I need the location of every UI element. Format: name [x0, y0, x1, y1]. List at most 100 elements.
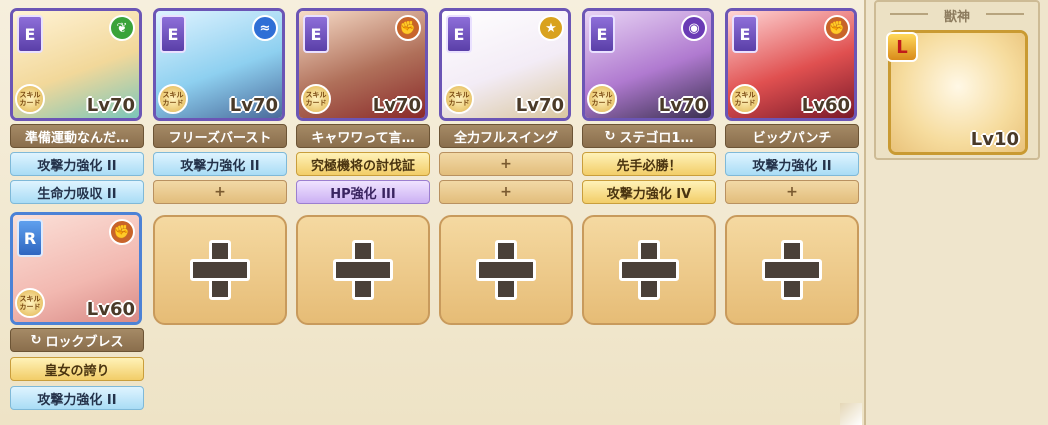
leaf-icon: ❦: [109, 15, 135, 41]
skill-card-badge: スキルカード: [15, 84, 45, 114]
equip-name: 攻撃力強化 II: [180, 158, 260, 174]
skill-name: フリーズバースト: [168, 130, 272, 146]
fist-icon: ✊: [109, 219, 135, 245]
equip-slot-5-2[interactable]: 攻撃力強化 IV: [582, 180, 716, 204]
add-unit-plus-icon: [619, 240, 679, 300]
rank-label: E: [453, 24, 465, 44]
add-unit-plus-icon: [762, 240, 822, 300]
unit-skill-4[interactable]: 全力フルスイング: [439, 124, 573, 148]
skill-card-badge: スキルカード: [301, 84, 331, 114]
unit-skill-5[interactable]: ↻ ステゴロ1…: [582, 124, 716, 148]
unit-card-4[interactable]: E ★ スキルカード Lv70: [439, 8, 571, 121]
unit-level: Lv70: [515, 95, 564, 116]
skill-name: ビッグパンチ: [752, 130, 832, 146]
equip-slot-6-1[interactable]: 攻撃力強化 II: [725, 152, 859, 176]
skill-card-badge: スキルカード: [15, 288, 45, 318]
title-ornament-right: [986, 13, 1024, 15]
beast-god-title: 獣神: [943, 10, 970, 25]
equip-name: 攻撃力強化 II: [37, 392, 117, 408]
fist-icon: ✊: [395, 15, 421, 41]
cycle-icon: ↻: [30, 332, 42, 348]
skill-card-badge: スキルカード: [587, 84, 617, 114]
skill-name: キャワワって言…: [311, 130, 415, 146]
rank-badge: E: [303, 15, 329, 53]
empty-party-slot[interactable]: [725, 215, 859, 325]
equip-slot-3-2[interactable]: HP強化 III: [296, 180, 430, 204]
equip-slot-3-1[interactable]: 究極機将の討伐証: [296, 152, 430, 176]
unit-card-3[interactable]: E ✊ スキルカード Lv70: [296, 8, 428, 121]
equip-slot-4-2[interactable]: +: [439, 180, 573, 204]
add-unit-plus-icon: [333, 240, 393, 300]
unit-skill-1[interactable]: 準備運動なんだ…: [10, 124, 144, 148]
equip-slot-7-2[interactable]: 攻撃力強化 II: [10, 386, 144, 410]
unit-skill-2[interactable]: フリーズバースト: [153, 124, 287, 148]
unit-card-7[interactable]: R ✊ スキルカード Lv60: [10, 212, 142, 325]
unit-skill-3[interactable]: キャワワって言…: [296, 124, 430, 148]
unit-skill-6[interactable]: ビッグパンチ: [725, 124, 859, 148]
equip-slot-6-2[interactable]: +: [725, 180, 859, 204]
add-unit-plus-icon: [476, 240, 536, 300]
rank-label: E: [24, 24, 36, 44]
rank-label: E: [739, 24, 751, 44]
unit-card-1[interactable]: E ❦ スキルカード Lv70: [10, 8, 142, 121]
unit-level: Lv60: [801, 95, 850, 116]
skill-name: ステゴロ1…: [619, 130, 694, 146]
star-icon: ★: [538, 15, 564, 41]
equip-name: 皇女の誇り: [44, 363, 110, 379]
empty-party-slot[interactable]: [582, 215, 716, 325]
add-unit-plus-icon: [190, 240, 250, 300]
equip-slot-1-2[interactable]: 生命力吸収 II: [10, 180, 144, 204]
unit-card-6[interactable]: E ✊ スキルカード Lv60: [725, 8, 857, 121]
rank-badge: E: [732, 15, 758, 53]
rank-badge: R: [17, 219, 43, 257]
equip-name: HP強化 III: [330, 186, 396, 202]
empty-party-slot[interactable]: [153, 215, 287, 325]
skill-name: ロックブレス: [45, 334, 124, 350]
equip-slot-1-1[interactable]: 攻撃力強化 II: [10, 152, 144, 176]
equip-name: 攻撃力強化 II: [752, 158, 832, 174]
legend-rank-badge: L: [886, 32, 918, 62]
skill-card-badge: スキルカード: [444, 84, 474, 114]
rank-badge: E: [160, 15, 186, 53]
dark-icon: ◉: [681, 15, 707, 41]
rank-badge: E: [589, 15, 615, 53]
fist-icon: ✊: [824, 15, 850, 41]
equip-slot-7-1[interactable]: 皇女の誇り: [10, 357, 144, 381]
beast-god-panel: 獣神 Lv10 L: [874, 0, 1040, 160]
equip-name: 先手必勝！: [616, 158, 682, 174]
equip-slot-2-1[interactable]: 攻撃力強化 II: [153, 152, 287, 176]
rank-badge: E: [446, 15, 472, 53]
equip-slot-2-2[interactable]: +: [153, 180, 287, 204]
unit-level: Lv70: [372, 95, 421, 116]
rank-label: L: [896, 36, 908, 58]
equip-slot-5-1[interactable]: 先手必勝！: [582, 152, 716, 176]
water-icon: ≈: [252, 15, 278, 41]
plus-icon: +: [214, 184, 226, 200]
unit-skill-7[interactable]: ↻ ロックブレス: [10, 328, 144, 352]
skill-card-badge: スキルカード: [730, 84, 760, 114]
equip-name: 攻撃力強化 II: [37, 158, 117, 174]
empty-party-slot[interactable]: [439, 215, 573, 325]
unit-card-5[interactable]: E ◉ スキルカード Lv70: [582, 8, 714, 121]
equip-slot-4-1[interactable]: +: [439, 152, 573, 176]
skill-name: 全力フルスイング: [453, 130, 558, 146]
equip-name: 生命力吸収 II: [37, 186, 117, 202]
unit-level: Lv70: [229, 95, 278, 116]
skill-card-badge: スキルカード: [158, 84, 188, 114]
plus-icon: +: [500, 156, 512, 172]
unit-level: Lv60: [86, 299, 135, 320]
unit-card-2[interactable]: E ≈ スキルカード Lv70: [153, 8, 285, 121]
equip-name: 攻撃力強化 IV: [606, 186, 692, 202]
rank-label: E: [310, 24, 322, 44]
beast-god-level: Lv10: [970, 129, 1019, 150]
equip-name: 究極機将の討伐証: [310, 158, 415, 174]
skill-name: 準備運動なんだ…: [24, 130, 129, 146]
cycle-icon: ↻: [604, 128, 616, 144]
rank-badge: E: [17, 15, 43, 53]
rank-label: E: [596, 24, 608, 44]
plus-icon: +: [500, 184, 512, 200]
empty-party-slot[interactable]: [296, 215, 430, 325]
page-curl: [840, 403, 862, 425]
plus-icon: +: [786, 184, 798, 200]
unit-level: Lv70: [658, 95, 707, 116]
